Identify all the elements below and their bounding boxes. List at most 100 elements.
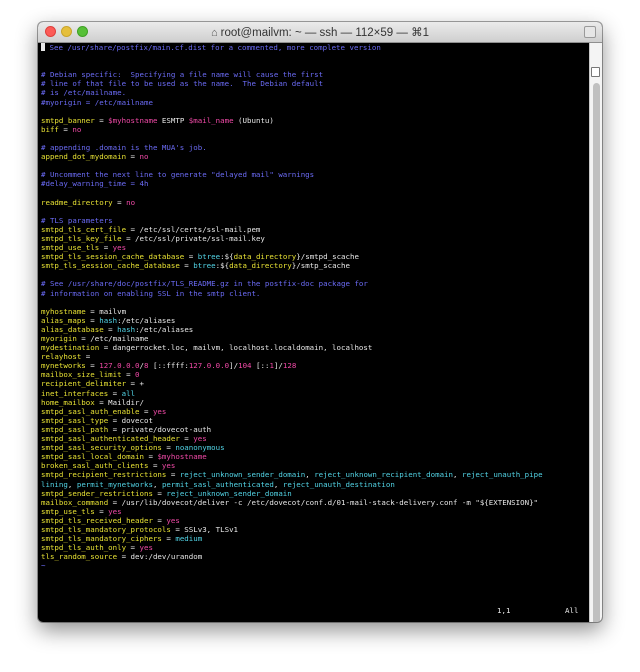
editor-token: = [121, 370, 136, 380]
editor-token: mailbox_size_limit [41, 370, 122, 380]
editor-token: = /usr/lib/dovecot/deliver -c /etc/dovec… [108, 497, 539, 507]
editor-line: # Uncomment the next line to generate "d… [41, 170, 589, 179]
editor-token: 104 [238, 361, 252, 371]
editor-token: lining [41, 479, 68, 489]
scrollbar-thumb[interactable] [593, 83, 600, 622]
editor-token: = [126, 543, 140, 553]
editor-line: # line of that file to be used as the na… [41, 79, 589, 88]
editor-line: alias_maps = hash:/etc/aliases [41, 316, 589, 325]
scroll-top-icon[interactable] [591, 67, 600, 77]
editor-token: hash [117, 324, 136, 334]
editor-token: data_directory [229, 261, 292, 271]
editor-token: , [67, 479, 77, 489]
editor-token: mailbox_command [41, 497, 109, 507]
terminal-content[interactable]: See /usr/share/postfix/main.cf.dist for … [41, 43, 589, 619]
editor-token: data_directory [233, 252, 297, 262]
editor-token: $myhostname [157, 452, 207, 462]
window-title-text: root@mailvm: ~ — ssh — 112×59 — ⌘1 [220, 27, 429, 39]
editor-token: = [144, 452, 158, 462]
editor-token: relayhost [41, 352, 82, 362]
editor-token: = [103, 324, 118, 334]
editor-token: # See /usr/share/doc/postfix/TLS_README.… [41, 279, 368, 289]
editor-token: smtpd_tls_cert_file [41, 224, 127, 234]
editor-token: :${ [215, 261, 230, 271]
editor-line: # Debian specific: Specifying a file nam… [41, 70, 589, 79]
editor-token: no [139, 152, 149, 162]
editor-token: smtpd_sasl_security_options [41, 443, 162, 453]
editor-token: # information on enabling SSL in the smt… [41, 288, 261, 298]
editor-token: 0 [135, 370, 140, 380]
editor-line: smtpd_tls_key_file = /etc/ssl/private/ss… [41, 234, 589, 243]
editor-token: btree [197, 252, 221, 262]
editor-line: home_mailbox = Maildir/ [41, 398, 589, 407]
editor-token: smtp_tls_session_cache_database [41, 261, 180, 271]
editor-line: smtpd_tls_cert_file = /etc/ssl/certs/ssl… [41, 225, 589, 234]
editor-line: broken_sasl_auth_clients = yes [41, 461, 589, 470]
editor-line: smtpd_tls_auth_only = yes [41, 543, 589, 552]
editor-token: = [108, 388, 122, 398]
editor-token: [::ffff: [148, 361, 189, 371]
editor-token: smtpd_tls_session_cache_database [41, 252, 185, 262]
editor-token: ]/ [273, 361, 283, 371]
window-title: ⌂ root@mailvm: ~ — ssh — 112×59 — ⌘1 [38, 25, 602, 39]
editor-token: yes [112, 243, 127, 253]
editor-token: smtpd_use_tls [41, 243, 100, 253]
editor-line: # TLS parameters [41, 216, 589, 225]
editor-token: # appending .domain is the MUA's job. [41, 143, 207, 153]
editor-line: relayhost = [41, 352, 589, 361]
editor-token: smtpd_recipient_restrictions [41, 470, 167, 480]
editor-token: = [85, 361, 100, 371]
editor-token: yes [139, 543, 153, 553]
editor-token: permit_mynetworks [76, 479, 153, 489]
editor-line: smtpd_sasl_authenticated_header = yes [41, 434, 589, 443]
editor-line: smtpd_sasl_auth_enable = yes [41, 407, 589, 416]
editor-token: smtpd_sasl_authenticated_header [41, 434, 180, 444]
editor-token: inet_interfaces [41, 388, 109, 398]
fullscreen-icon[interactable] [584, 26, 596, 38]
editor-token: ESMTP [157, 115, 189, 125]
editor-token: = mailvm [85, 306, 127, 316]
editor-token: }/smtpd_scache [296, 252, 359, 262]
editor-token: permit_sasl_authenticated [161, 479, 274, 489]
editor-token: smtpd_tls_auth_only [41, 543, 127, 553]
editor-token: readme_directory [41, 197, 113, 207]
editor-token: = dovecot [108, 415, 153, 425]
editor-token: yes [152, 406, 167, 416]
editor-line: # is /etc/mailname. [41, 88, 589, 97]
title-bar[interactable]: ⌂ root@mailvm: ~ — ssh — 112×59 — ⌘1 [38, 22, 602, 43]
editor-token: smtp_use_tls [41, 506, 95, 516]
editor-token: mynetworks [41, 361, 86, 371]
editor-token: = [161, 443, 176, 453]
editor-line: mailbox_size_limit = 0 [41, 370, 589, 379]
editor-line: inet_interfaces = all [41, 389, 589, 398]
editor-token: yes [108, 506, 122, 516]
editor-line: readme_directory = no [41, 198, 589, 207]
editor-line: smtpd_tls_session_cache_database = btree… [41, 252, 589, 261]
editor-token: , [152, 479, 162, 489]
editor-token: broken_sasl_auth_clients [41, 461, 149, 471]
editor-token: smtpd_sasl_local_domain [41, 452, 144, 462]
editor-token: = /etc/ssl/private/ssl-mail.key [121, 233, 265, 243]
scrollbar[interactable] [589, 43, 602, 622]
editor-token: tls_random_source [41, 552, 118, 562]
editor-token: reject_unknown_sender_domain [166, 488, 292, 498]
editor-token: noanonymous [175, 443, 225, 453]
editor-token: , [453, 470, 462, 480]
editor-token: = [184, 252, 198, 262]
text-cursor [41, 43, 45, 51]
vim-status-line: 1,1 All [41, 606, 589, 615]
editor-line: smtpd_use_tls = yes [41, 243, 589, 252]
editor-line: smtpd_banner = $myhostname ESMTP $mail_n… [41, 116, 589, 125]
editor-token: reject_unknown_sender_domain [179, 470, 306, 480]
editor-token: = [161, 534, 176, 544]
editor-token: $myhostname [108, 115, 158, 125]
editor-token: = private/dovecot-auth [108, 424, 212, 434]
editor-line: biff = no [41, 125, 589, 134]
editor-line: mydestination = dangerrocket.loc, mailvm… [41, 343, 589, 352]
editor-line: smtp_use_tls = yes [41, 507, 589, 516]
